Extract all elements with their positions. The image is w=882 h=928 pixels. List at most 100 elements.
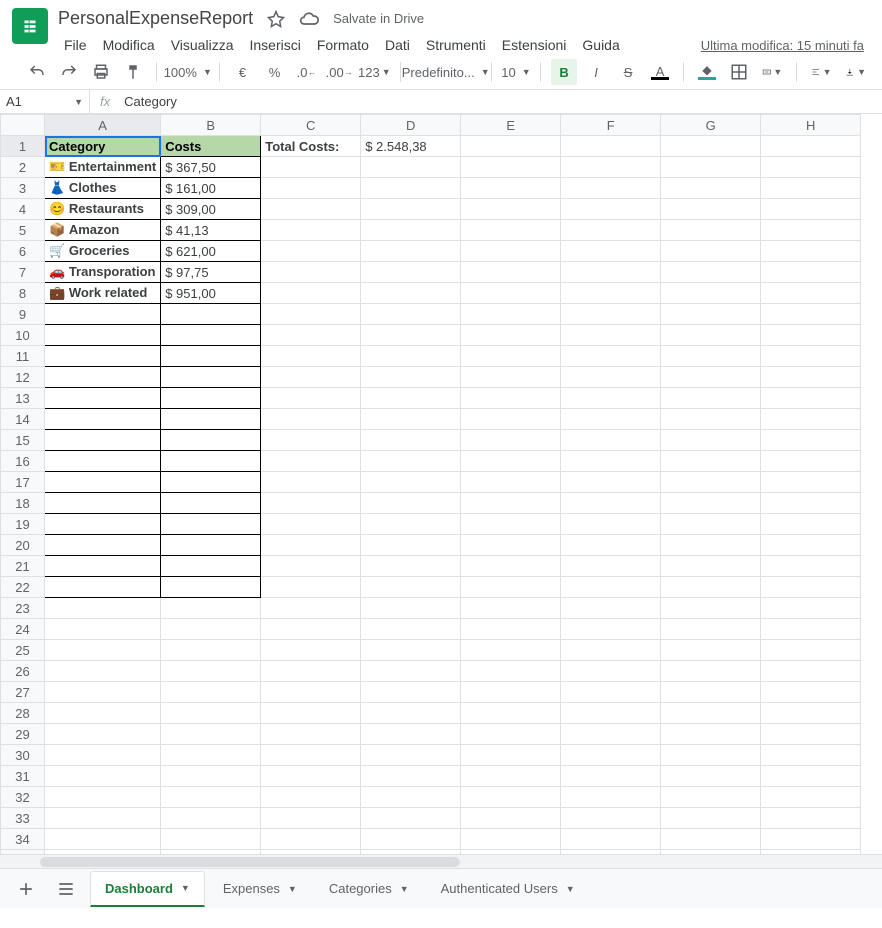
- cell-A7[interactable]: 🚗 Transporation: [45, 262, 161, 283]
- cell-G18[interactable]: [661, 493, 761, 514]
- cell-B21[interactable]: [161, 556, 261, 577]
- cell-B22[interactable]: [161, 577, 261, 598]
- cell-B14[interactable]: [161, 409, 261, 430]
- cell-C3[interactable]: [261, 178, 361, 199]
- cell-F18[interactable]: [561, 493, 661, 514]
- cell-D7[interactable]: [361, 262, 461, 283]
- row-header-5[interactable]: 5: [1, 220, 45, 241]
- cell-G29[interactable]: [661, 724, 761, 745]
- cell-E29[interactable]: [461, 724, 561, 745]
- cell-A22[interactable]: [45, 577, 161, 598]
- cell-F6[interactable]: [561, 241, 661, 262]
- row-header-1[interactable]: 1: [1, 136, 45, 157]
- cell-B27[interactable]: [161, 682, 261, 703]
- cell-D19[interactable]: [361, 514, 461, 535]
- cell-C2[interactable]: [261, 157, 361, 178]
- cell-G8[interactable]: [661, 283, 761, 304]
- cell-G21[interactable]: [661, 556, 761, 577]
- cell-A31[interactable]: [45, 766, 161, 787]
- cell-C21[interactable]: [261, 556, 361, 577]
- cell-G1[interactable]: [661, 136, 761, 157]
- cell-F7[interactable]: [561, 262, 661, 283]
- cell-F29[interactable]: [561, 724, 661, 745]
- cell-D2[interactable]: [361, 157, 461, 178]
- cell-D30[interactable]: [361, 745, 461, 766]
- cell-F4[interactable]: [561, 199, 661, 220]
- cell-E26[interactable]: [461, 661, 561, 682]
- cell-E8[interactable]: [461, 283, 561, 304]
- row-header-21[interactable]: 21: [1, 556, 45, 577]
- cell-E22[interactable]: [461, 577, 561, 598]
- cell-G2[interactable]: [661, 157, 761, 178]
- cell-F25[interactable]: [561, 640, 661, 661]
- cell-G24[interactable]: [661, 619, 761, 640]
- cell-F9[interactable]: [561, 304, 661, 325]
- cell-B1[interactable]: Costs: [161, 136, 261, 157]
- cell-D31[interactable]: [361, 766, 461, 787]
- cell-C34[interactable]: [261, 829, 361, 850]
- cell-B26[interactable]: [161, 661, 261, 682]
- cell-D10[interactable]: [361, 325, 461, 346]
- row-header-27[interactable]: 27: [1, 682, 45, 703]
- cell-D22[interactable]: [361, 577, 461, 598]
- cell-B7[interactable]: $ 97,75: [161, 262, 261, 283]
- cell-F34[interactable]: [561, 829, 661, 850]
- cell-E32[interactable]: [461, 787, 561, 808]
- cell-H19[interactable]: [761, 514, 861, 535]
- cell-G13[interactable]: [661, 388, 761, 409]
- cell-B25[interactable]: [161, 640, 261, 661]
- add-sheet-button[interactable]: [10, 873, 42, 905]
- merge-cells-button[interactable]: ▼: [758, 59, 787, 85]
- cell-G31[interactable]: [661, 766, 761, 787]
- cell-E7[interactable]: [461, 262, 561, 283]
- cell-C30[interactable]: [261, 745, 361, 766]
- v-align-button[interactable]: ▼: [841, 59, 870, 85]
- cell-F23[interactable]: [561, 598, 661, 619]
- cell-F28[interactable]: [561, 703, 661, 724]
- cell-H2[interactable]: [761, 157, 861, 178]
- cell-E15[interactable]: [461, 430, 561, 451]
- cell-H20[interactable]: [761, 535, 861, 556]
- cell-B19[interactable]: [161, 514, 261, 535]
- cell-C11[interactable]: [261, 346, 361, 367]
- cell-H18[interactable]: [761, 493, 861, 514]
- cell-D11[interactable]: [361, 346, 461, 367]
- cell-A29[interactable]: [45, 724, 161, 745]
- cell-F24[interactable]: [561, 619, 661, 640]
- cell-G34[interactable]: [661, 829, 761, 850]
- cell-E19[interactable]: [461, 514, 561, 535]
- increase-decimal-button[interactable]: .00→: [326, 59, 353, 85]
- cell-C23[interactable]: [261, 598, 361, 619]
- cell-H23[interactable]: [761, 598, 861, 619]
- cell-F26[interactable]: [561, 661, 661, 682]
- row-header-33[interactable]: 33: [1, 808, 45, 829]
- cell-A18[interactable]: [45, 493, 161, 514]
- cell-A30[interactable]: [45, 745, 161, 766]
- cell-D12[interactable]: [361, 367, 461, 388]
- cell-C19[interactable]: [261, 514, 361, 535]
- cell-A19[interactable]: [45, 514, 161, 535]
- cell-B4[interactable]: $ 309,00: [161, 199, 261, 220]
- menu-visualizza[interactable]: Visualizza: [165, 33, 240, 57]
- cell-A10[interactable]: [45, 325, 161, 346]
- menu-dati[interactable]: Dati: [379, 33, 416, 57]
- cell-B33[interactable]: [161, 808, 261, 829]
- cell-C14[interactable]: [261, 409, 361, 430]
- cell-C16[interactable]: [261, 451, 361, 472]
- cell-E11[interactable]: [461, 346, 561, 367]
- col-header-G[interactable]: G: [661, 115, 761, 136]
- cell-G25[interactable]: [661, 640, 761, 661]
- cell-C22[interactable]: [261, 577, 361, 598]
- row-header-23[interactable]: 23: [1, 598, 45, 619]
- cell-G20[interactable]: [661, 535, 761, 556]
- row-header-28[interactable]: 28: [1, 703, 45, 724]
- cell-H4[interactable]: [761, 199, 861, 220]
- row-header-19[interactable]: 19: [1, 514, 45, 535]
- cell-H25[interactable]: [761, 640, 861, 661]
- cell-A8[interactable]: 💼 Work related: [45, 283, 161, 304]
- cell-A25[interactable]: [45, 640, 161, 661]
- cell-D27[interactable]: [361, 682, 461, 703]
- cell-C26[interactable]: [261, 661, 361, 682]
- cell-H28[interactable]: [761, 703, 861, 724]
- col-header-B[interactable]: B: [161, 115, 261, 136]
